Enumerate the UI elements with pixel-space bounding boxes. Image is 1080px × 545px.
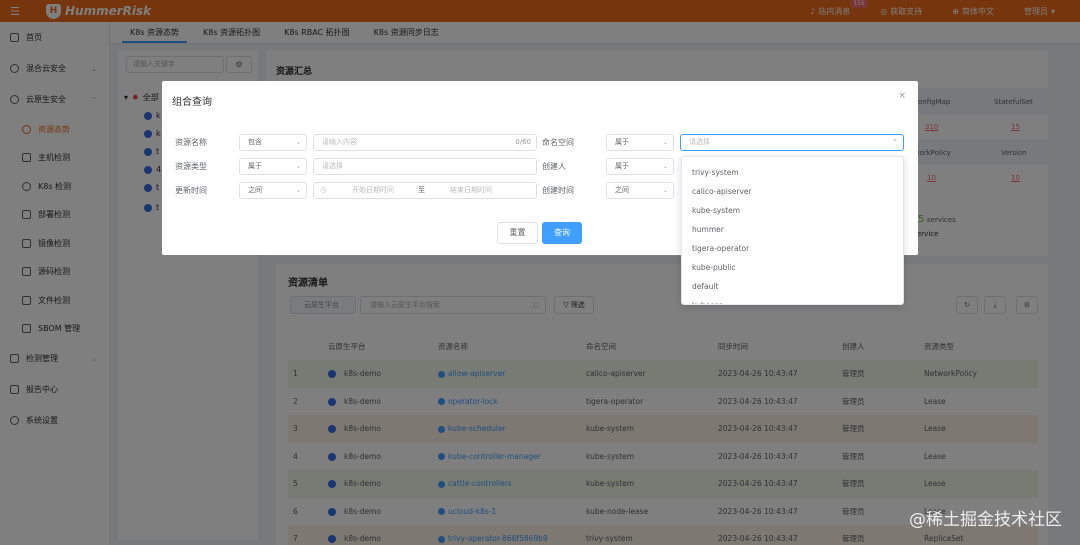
namespace-option[interactable]: trivy-system	[682, 163, 903, 182]
namespace-option[interactable]: tigera-operator	[682, 239, 903, 258]
namespace-option[interactable]: kube-system	[682, 201, 903, 220]
namespace-option[interactable]: calico-apiserver	[682, 182, 903, 201]
create-time-operator-select[interactable]: 之间 ⌄	[606, 182, 674, 199]
create-time-label: 创建时间	[542, 186, 574, 195]
namespace-option[interactable]: kube-public	[682, 258, 903, 277]
end-date-input[interactable]: 结束日期时间	[450, 183, 492, 198]
range-separator: 至	[418, 186, 425, 194]
update-time-label: 更新时间	[175, 186, 207, 195]
close-icon[interactable]: ×	[898, 91, 906, 101]
namespace-label: 命名空间	[542, 138, 574, 147]
resource-type-select[interactable]: 请选择	[313, 158, 537, 175]
chevron-down-icon: ⌄	[662, 163, 668, 170]
namespace-select[interactable]: 请选择 ⌃	[680, 134, 904, 151]
namespace-operator-select[interactable]: 属于 ⌄	[606, 134, 674, 151]
resource-type-operator-select[interactable]: 属于 ⌄	[239, 158, 307, 175]
creator-label: 创建人	[542, 162, 566, 171]
reset-button[interactable]: 重置	[497, 222, 538, 244]
char-counter: 0/60	[515, 138, 531, 146]
resource-name-label: 资源名称	[175, 138, 207, 147]
update-time-operator-select[interactable]: 之间 ⌄	[239, 182, 307, 199]
namespace-option[interactable]: kubesgs	[682, 296, 903, 304]
chevron-down-icon: ⌄	[295, 187, 301, 194]
chevron-down-icon: ⌄	[295, 139, 301, 146]
creator-operator-select[interactable]: 属于 ⌄	[606, 158, 674, 175]
update-time-range-picker[interactable]: ◷ 开始日期时间 至 结束日期时间	[313, 182, 537, 199]
chevron-down-icon: ⌄	[662, 187, 668, 194]
namespace-option[interactable]: hummer	[682, 220, 903, 239]
chevron-down-icon: ⌄	[295, 163, 301, 170]
dialog-title: 组合查询	[172, 97, 212, 108]
calendar-icon: ◷	[320, 186, 327, 194]
resource-type-label: 资源类型	[175, 162, 207, 171]
query-button[interactable]: 查询	[542, 222, 582, 244]
namespace-option[interactable]: default	[682, 277, 903, 296]
watermark: @稀土掘金技术社区	[909, 510, 1062, 530]
chevron-up-icon: ⌃	[892, 138, 898, 146]
namespace-dropdown: trivy-system calico-apiserver kube-syste…	[681, 156, 904, 305]
resource-name-input[interactable]: 请输入内容 0/60	[313, 134, 537, 151]
chevron-down-icon: ⌄	[662, 139, 668, 146]
resource-name-operator-select[interactable]: 包含 ⌄	[239, 134, 307, 151]
start-date-input[interactable]: 开始日期时间	[352, 183, 394, 198]
